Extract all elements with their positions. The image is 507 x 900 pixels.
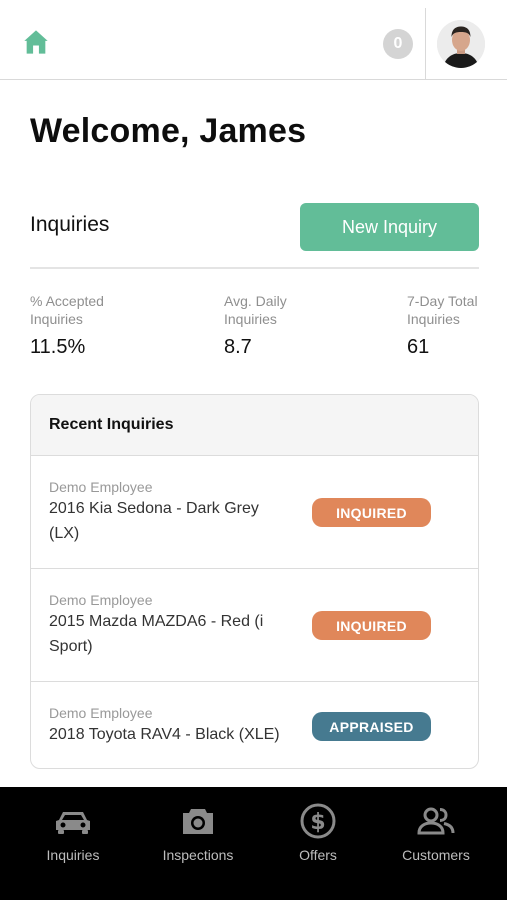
tab-label: Inquiries [46,847,100,863]
inquiries-section-title: Inquiries [30,213,110,236]
welcome-heading: Welcome, James [30,112,307,150]
stat-7day-total: 7-Day Total Inquiries 61 [407,292,487,359]
stat-value: 8.7 [224,336,252,358]
status-badge: APPRAISED [312,712,431,741]
recent-inquiries-card: Recent Inquiries Demo Employee 2016 Kia … [30,394,479,769]
tab-offers[interactable]: $ Offers [288,787,348,900]
inquiry-row[interactable]: Demo Employee 2018 Toyota RAV4 - Black (… [31,682,478,768]
new-inquiry-button[interactable]: New Inquiry [300,203,479,251]
user-avatar-icon [437,20,485,68]
tab-label: Customers [402,847,470,863]
camera-icon [178,803,218,839]
svg-text:$: $ [310,810,325,835]
vehicle-description: 2015 Mazda MAZDA6 - Red (i Sport) [49,613,264,655]
tab-label: Offers [299,847,337,863]
card-title: Recent Inquiries [49,416,174,433]
stat-value: 11.5% [30,336,86,358]
car-icon [53,803,93,839]
notification-badge[interactable]: 0 [383,29,413,59]
avatar[interactable] [437,20,485,68]
tab-inspections[interactable]: Inspections [153,787,243,900]
stat-value: 61 [407,336,430,358]
home-icon [24,30,48,54]
stat-label: % Accepted Inquiries [30,293,104,327]
inquiry-row[interactable]: Demo Employee 2016 Kia Sedona - Dark Gre… [31,456,478,569]
stat-avg-daily: Avg. Daily Inquiries 8.7 [224,292,324,359]
bottom-tab-bar: Inquiries Inspections $ Offers Customers [0,787,507,900]
dollar-circle-icon: $ [298,803,338,839]
employee-name: Demo Employee [49,705,153,721]
people-icon [416,803,456,839]
stat-accepted: % Accepted Inquiries 11.5% [30,292,130,359]
employee-name: Demo Employee [49,479,153,495]
stat-label: Avg. Daily Inquiries [224,293,287,327]
status-badge: INQUIRED [312,498,431,527]
tab-label: Inspections [162,847,234,863]
tab-inquiries[interactable]: Inquiries [33,787,113,900]
top-bar: 0 [0,0,507,80]
home-button[interactable] [20,26,52,58]
status-badge: INQUIRED [312,611,431,640]
tab-customers[interactable]: Customers [396,787,476,900]
header-divider [425,8,426,80]
stat-label: 7-Day Total Inquiries [407,293,478,327]
section-divider [30,267,479,269]
vehicle-description: 2016 Kia Sedona - Dark Grey (LX) [49,500,259,542]
vehicle-description: 2018 Toyota RAV4 - Black (XLE) [49,726,280,743]
employee-name: Demo Employee [49,592,153,608]
inquiry-row[interactable]: Demo Employee 2015 Mazda MAZDA6 - Red (i… [31,569,478,682]
card-header: Recent Inquiries [31,395,478,456]
